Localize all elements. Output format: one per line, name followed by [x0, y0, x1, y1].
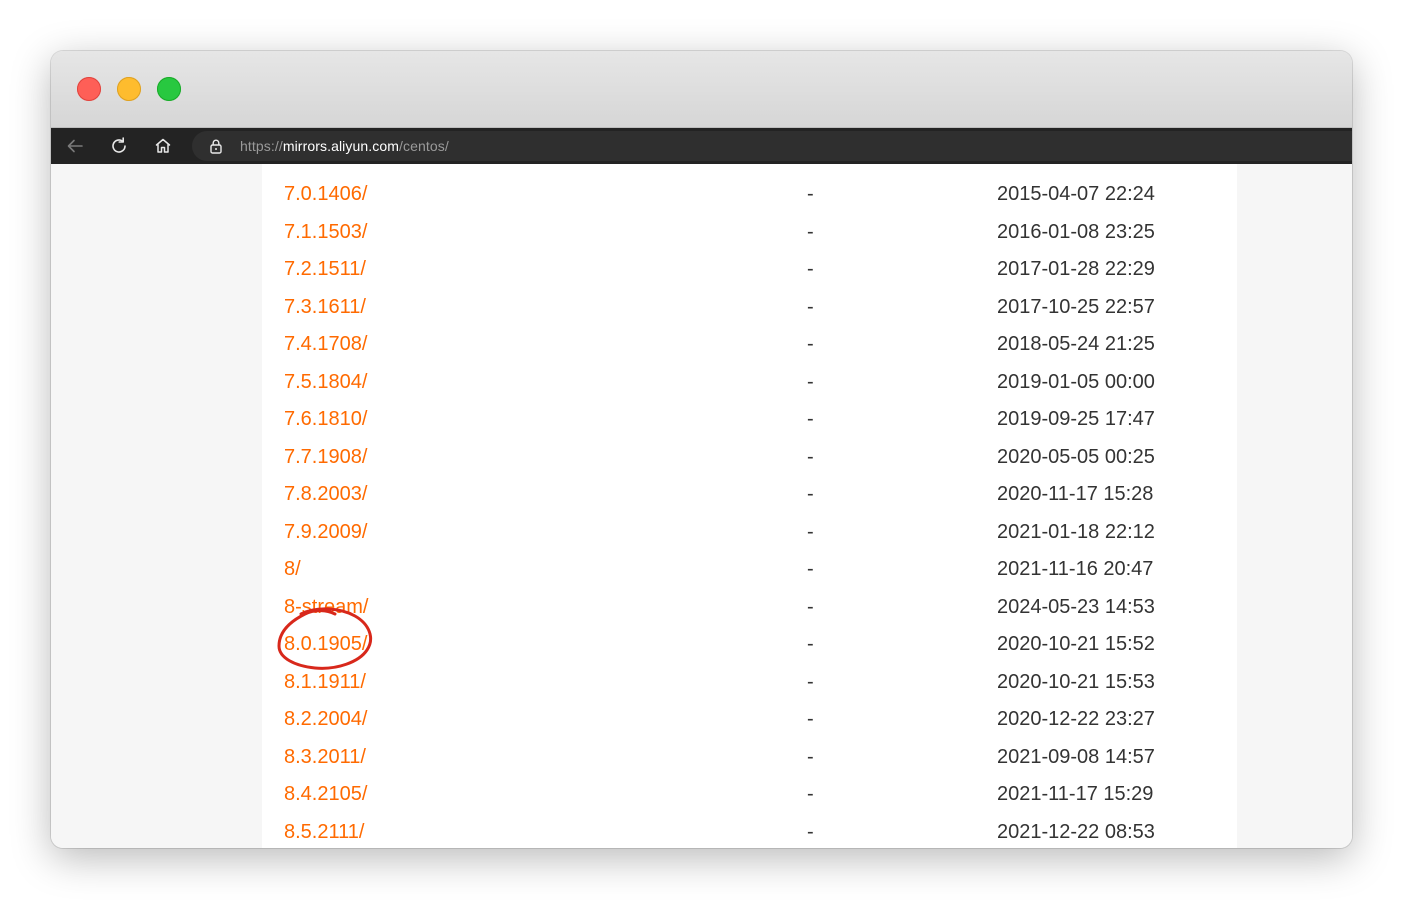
url-path: /centos/ [398, 138, 449, 154]
directory-link[interactable]: 7.2.1511/ [284, 258, 366, 281]
listing-row: 8.4.2105/ - 2021-11-17 15:29 [262, 775, 1237, 812]
modified-date-cell: 2020-10-21 15:53 [997, 670, 1155, 693]
reload-button[interactable] [107, 134, 131, 158]
listing-row: 7.4.1708/ - 2018-05-24 21:25 [262, 325, 1237, 362]
url-scheme: https:// [240, 138, 283, 154]
directory-link[interactable]: 8.0.1905/ [284, 633, 367, 656]
listing-row: 8.0.1905/ - 2020-10-21 15:52 [262, 625, 1237, 662]
modified-date-cell: 2019-09-25 17:47 [997, 408, 1155, 430]
modified-date-cell: 2020-12-22 23:27 [997, 708, 1155, 730]
title-bar [51, 51, 1352, 128]
directory-link[interactable]: 8-stream/ [284, 596, 368, 619]
directory-link[interactable]: 8.5.2111/ [284, 821, 364, 844]
modified-date-cell: 2021-01-18 22:12 [997, 520, 1155, 543]
size-cell: - [807, 445, 814, 468]
size-cell: - [807, 183, 814, 205]
modified-date-cell: 2021-11-16 20:47 [997, 558, 1154, 580]
modified-date-cell: 2021-12-22 08:53 [997, 820, 1155, 843]
back-button[interactable] [63, 134, 87, 158]
size-cell: - [807, 633, 814, 655]
size-cell: - [807, 558, 814, 580]
listing-row: 7.8.2003/ - 2020-11-17 15:28 [262, 475, 1237, 512]
modified-date-cell: 2019-01-05 00:00 [997, 370, 1155, 393]
page-viewport[interactable]: 7.0.1406/ - 2015-04-07 22:24 7.1.1503/ - 2016… [51, 164, 1352, 848]
listing-row: 7.7.1908/ - 2020-05-05 00:25 [262, 438, 1237, 475]
modified-date-cell: 2017-10-25 22:57 [997, 295, 1155, 318]
listing-row: 8.2.2004/ - 2020-12-22 23:27 [262, 700, 1237, 737]
size-cell: - [807, 520, 814, 543]
listing-row: 8.1.1911/ - 2020-10-21 15:53 [262, 663, 1237, 700]
home-icon [155, 138, 171, 153]
size-cell: - [807, 783, 814, 805]
url-text[interactable]: https://mirrors.aliyun.com/centos/ [240, 138, 449, 154]
back-arrow-icon [67, 139, 83, 153]
directory-link[interactable]: 8.4.2105/ [284, 783, 367, 806]
directory-link[interactable]: 7.8.2003/ [284, 483, 367, 506]
directory-listing: 7.0.1406/ - 2015-04-07 22:24 7.1.1503/ - 2016… [262, 164, 1237, 848]
directory-link[interactable]: 7.9.2009/ [284, 521, 367, 544]
size-cell: - [807, 745, 814, 768]
size-cell: - [807, 595, 814, 618]
size-cell: - [807, 295, 814, 318]
directory-link[interactable]: 7.5.1804/ [284, 371, 367, 394]
directory-link[interactable]: 7.1.1503/ [284, 221, 367, 244]
modified-date-cell: 2021-09-08 14:57 [997, 745, 1155, 768]
home-button[interactable] [151, 134, 175, 158]
modified-date-cell: 2017-01-28 22:29 [997, 258, 1155, 280]
size-cell: - [807, 483, 814, 505]
directory-link[interactable]: 7.0.1406/ [284, 183, 367, 206]
modified-date-cell: 2015-04-07 22:24 [997, 183, 1155, 205]
size-cell: - [807, 370, 814, 393]
size-cell: - [807, 258, 814, 280]
minimize-window-button[interactable] [117, 77, 141, 101]
size-cell: - [807, 670, 814, 693]
directory-link[interactable]: 7.6.1810/ [284, 408, 367, 431]
maximize-window-button[interactable] [157, 77, 181, 101]
listing-row: 7.2.1511/ - 2017-01-28 22:29 [262, 250, 1237, 287]
url-host: mirrors.aliyun.com [282, 138, 399, 154]
size-cell: - [807, 408, 814, 430]
size-cell: - [807, 820, 814, 843]
size-cell: - [807, 333, 814, 355]
browser-window: https://mirrors.aliyun.com/centos/ 7.0.1… [51, 51, 1352, 848]
directory-link[interactable]: 7.3.1611/ [284, 296, 366, 319]
modified-date-cell: 2021-11-17 15:29 [997, 783, 1154, 805]
close-window-button[interactable] [77, 77, 101, 101]
size-cell: - [807, 220, 814, 243]
listing-row: 7.5.1804/ - 2019-01-05 00:00 [262, 363, 1237, 400]
modified-date-cell: 2024-05-23 14:53 [997, 595, 1155, 618]
listing-row: 7.9.2009/ - 2021-01-18 22:12 [262, 513, 1237, 550]
modified-date-cell: 2018-05-24 21:25 [997, 333, 1155, 355]
listing-row: 7.0.1406/ - 2015-04-07 22:24 [262, 175, 1237, 212]
size-cell: - [807, 708, 814, 730]
listing-row: 8/ - 2021-11-16 20:47 [262, 550, 1237, 587]
listing-row: 8.3.2011/ - 2021-09-08 14:57 [262, 738, 1237, 775]
address-bar[interactable]: https://mirrors.aliyun.com/centos/ [192, 131, 1352, 161]
reload-icon [112, 137, 126, 153]
listing-row: 8-stream/ - 2024-05-23 14:53 [262, 588, 1237, 625]
lock-icon [210, 139, 222, 154]
directory-link[interactable]: 7.7.1908/ [284, 446, 367, 469]
modified-date-cell: 2016-01-08 23:25 [997, 220, 1155, 243]
listing-row: 8.5.2111/ - 2021-12-22 08:53 [262, 813, 1237, 849]
directory-link[interactable]: 8.3.2011/ [284, 746, 366, 769]
listing-row: 7.6.1810/ - 2019-09-25 17:47 [262, 400, 1237, 437]
listing-row: 7.3.1611/ - 2017-10-25 22:57 [262, 288, 1237, 325]
directory-link[interactable]: 8.1.1911/ [284, 671, 366, 694]
directory-link[interactable]: 7.4.1708/ [284, 333, 367, 356]
modified-date-cell: 2020-05-05 00:25 [997, 445, 1155, 468]
listing-row: 7.1.1503/ - 2016-01-08 23:25 [262, 213, 1237, 250]
modified-date-cell: 2020-10-21 15:52 [997, 633, 1155, 655]
modified-date-cell: 2020-11-17 15:28 [997, 483, 1154, 505]
directory-link[interactable]: 8/ [284, 558, 301, 581]
directory-link[interactable]: 8.2.2004/ [284, 708, 367, 731]
browser-toolbar: https://mirrors.aliyun.com/centos/ [51, 128, 1352, 164]
